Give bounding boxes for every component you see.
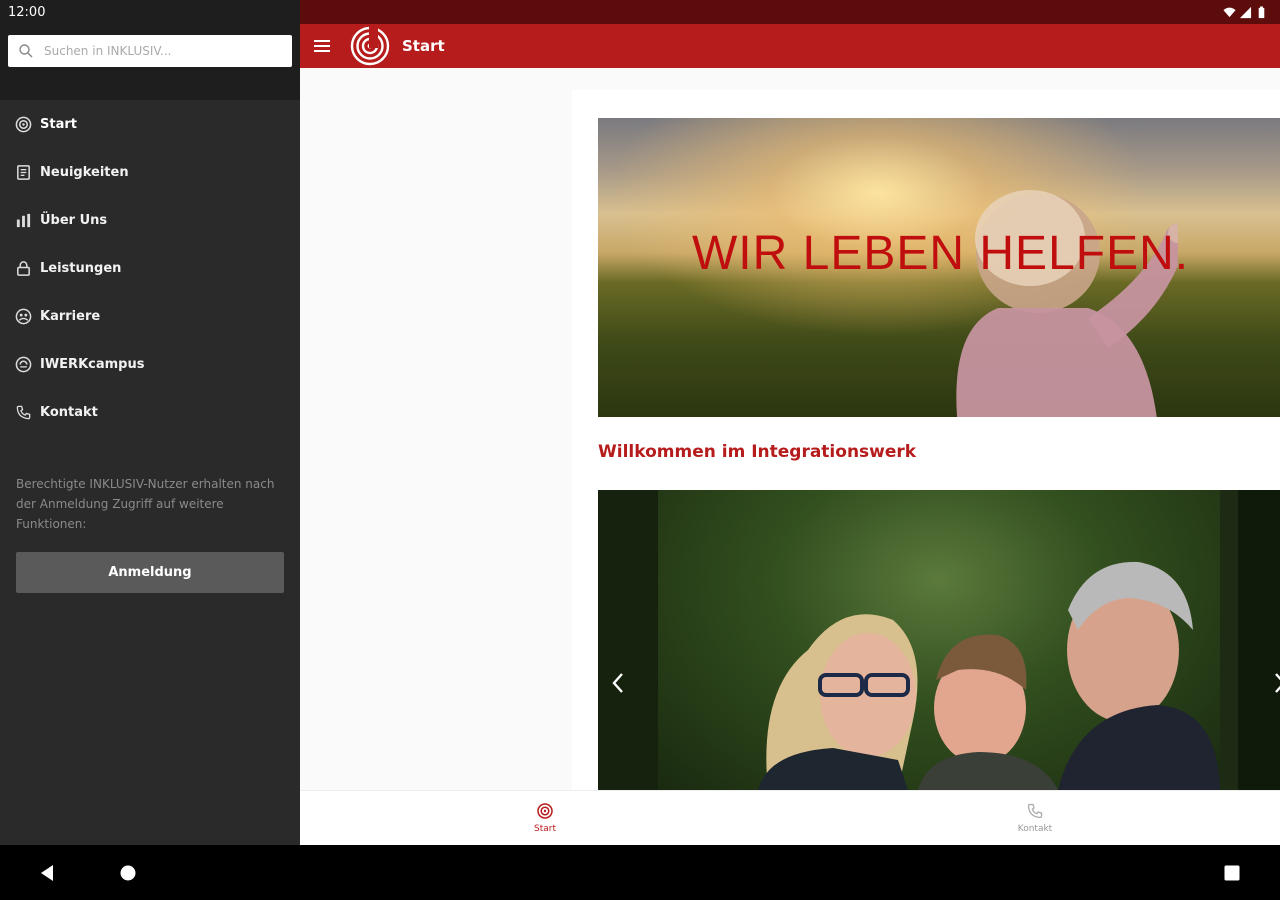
hero-child-figure (956, 190, 1178, 417)
bottom-nav-contact[interactable]: Kontakt (790, 791, 1280, 845)
welcome-heading: Willkommen im Integrationswerk (598, 442, 917, 462)
recents-square-icon (1224, 865, 1240, 881)
hero-banner: WIR LEBEN HELFEN. (598, 118, 1280, 417)
content-card: WIR LEBEN HELFEN. Willkommen im Integrat… (572, 90, 1280, 790)
chevron-right-icon (1275, 673, 1280, 693)
app-logo (348, 24, 392, 68)
page-title: Start (402, 37, 445, 55)
wifi-icon (1223, 7, 1236, 17)
drawer-search-area (0, 24, 300, 100)
carousel-next-slide-preview (1238, 490, 1280, 790)
campus-icon (14, 355, 32, 373)
hamburger-icon (314, 40, 330, 52)
back-triangle-icon (41, 865, 53, 881)
status-bar (300, 0, 1280, 24)
carousel-next-button[interactable] (1262, 663, 1280, 703)
navigation-drawer: 12:00 Start Neuigkeiten (0, 0, 300, 845)
drawer-nav: Start Neuigkeiten Über Uns Leistungen Ka… (0, 100, 300, 436)
nav-item-label: Leistungen (40, 260, 122, 276)
bottom-nav-label: Kontakt (1017, 824, 1053, 834)
lock-icon (14, 259, 32, 277)
nav-item-about[interactable]: Über Uns (0, 196, 300, 244)
start-logo-icon (14, 115, 32, 133)
app-bar: Start (300, 24, 1280, 68)
nav-item-label: IWERKcampus (40, 356, 145, 372)
status-bar-time: 12:00 (0, 0, 300, 24)
system-back-button[interactable] (34, 859, 62, 887)
main-content[interactable]: WIR LEBEN HELFEN. Willkommen im Integrat… (300, 68, 1280, 790)
signal-icon (1239, 6, 1252, 18)
system-home-button[interactable] (114, 859, 142, 887)
nav-item-campus[interactable]: IWERKcampus (0, 340, 300, 388)
phone-icon (14, 403, 32, 421)
bottom-nav-start[interactable]: Start (300, 791, 790, 845)
family-photo (758, 561, 1220, 790)
system-navigation-bar (0, 845, 1280, 900)
nav-item-start[interactable]: Start (0, 100, 300, 148)
news-icon (14, 163, 32, 181)
nav-item-label: Über Uns (40, 212, 108, 228)
nav-item-career[interactable]: Karriere (0, 292, 300, 340)
home-circle-icon (120, 865, 136, 881)
phone-icon (1027, 803, 1043, 819)
nav-item-news[interactable]: Neuigkeiten (0, 148, 300, 196)
search-icon (19, 44, 33, 58)
nav-item-label: Start (40, 116, 77, 132)
search-box[interactable] (8, 35, 292, 67)
nav-item-label: Kontakt (40, 404, 98, 420)
spiral-logo-icon (350, 26, 390, 66)
search-input[interactable] (44, 44, 264, 58)
start-logo-icon (537, 803, 553, 819)
bottom-navigation: Start Kontakt (300, 790, 1280, 845)
menu-button[interactable] (300, 24, 344, 68)
nav-item-contact[interactable]: Kontakt (0, 388, 300, 436)
system-recents-button[interactable] (1218, 859, 1246, 887)
career-icon (14, 307, 32, 325)
org-chart-icon (14, 211, 32, 229)
nav-item-services[interactable]: Leistungen (0, 244, 300, 292)
nav-item-label: Neuigkeiten (40, 164, 129, 180)
chevron-left-icon (612, 673, 623, 693)
login-hint-text: Berechtigte INKLUSIV-Nutzer erhalten nac… (16, 477, 275, 531)
app-screen: 12:00 Start Neuigkeiten (0, 0, 1280, 900)
login-button[interactable]: Anmeldung (16, 552, 284, 593)
battery-icon (1258, 5, 1265, 18)
image-carousel[interactable] (598, 490, 1280, 790)
carousel-prev-button[interactable] (600, 663, 636, 703)
nav-item-label: Karriere (40, 308, 101, 324)
carousel-prev-slide-preview (598, 490, 658, 790)
bottom-nav-label: Start (534, 824, 556, 834)
status-time: 12:00 (8, 4, 46, 20)
hero-headline: WIR LEBEN HELFEN. (692, 227, 1190, 280)
